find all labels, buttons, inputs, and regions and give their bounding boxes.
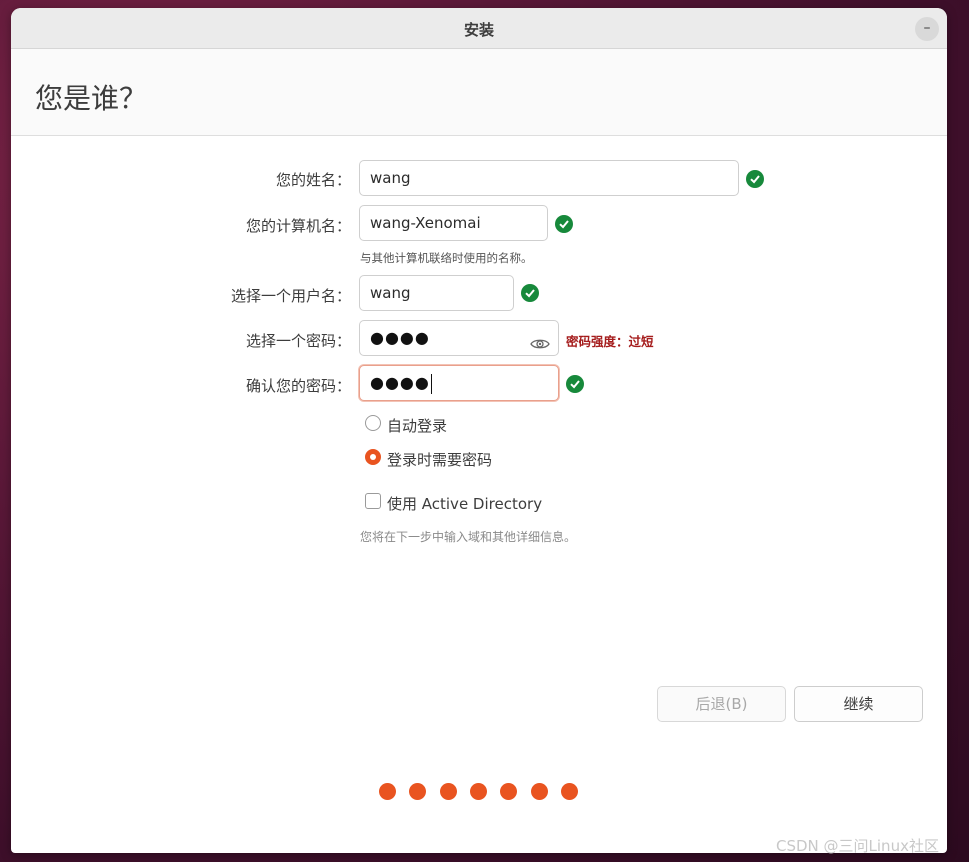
require-password-radio[interactable]: [365, 449, 381, 465]
auto-login-radio[interactable]: [365, 415, 381, 431]
username-label: 选择一个用户名：: [230, 287, 351, 305]
page-title: 您是谁？: [35, 82, 148, 115]
name-label: 您的姓名：: [275, 171, 351, 189]
password-label: 选择一个密码：: [245, 332, 351, 350]
progress-dot: [440, 783, 457, 800]
confirm-password-value: ●●●●: [370, 373, 430, 392]
installer-window: 安装 – 您是谁？ 您的姓名： wang 您的计算机名： wang-Xenoma…: [11, 8, 947, 853]
auto-login-label[interactable]: 自动登录: [387, 415, 447, 436]
progress-dot: [379, 783, 396, 800]
confirm-password-label: 确认您的密码：: [245, 377, 351, 395]
minimize-button[interactable]: –: [915, 17, 939, 41]
active-directory-label[interactable]: 使用 Active Directory: [387, 493, 542, 514]
computer-name-field[interactable]: wang-Xenomai: [359, 205, 548, 241]
progress-dot: [531, 783, 548, 800]
progress-dot: [561, 783, 578, 800]
show-password-eye-icon[interactable]: [530, 330, 550, 364]
page-header: 您是谁？: [11, 49, 947, 136]
computer-name-value: wang-Xenomai: [370, 214, 481, 232]
progress-dot: [409, 783, 426, 800]
password-field[interactable]: ●●●●: [359, 320, 559, 356]
confirm-password-field[interactable]: ●●●●: [359, 365, 559, 401]
back-button[interactable]: 后退(B): [657, 686, 786, 722]
computer-name-label: 您的计算机名：: [245, 217, 351, 235]
computer-name-valid-check-icon: [555, 215, 573, 233]
watermark-text: CSDN @三问Linux社区: [776, 837, 939, 855]
password-value: ●●●●: [370, 328, 430, 347]
username-valid-check-icon: [521, 284, 539, 302]
active-directory-checkbox[interactable]: [365, 493, 381, 509]
continue-button[interactable]: 继续: [794, 686, 923, 722]
progress-dot: [470, 783, 487, 800]
computer-name-hint: 与其他计算机联络时使用的名称。: [360, 251, 533, 265]
require-password-label[interactable]: 登录时需要密码: [387, 449, 492, 470]
text-caret: [430, 373, 432, 394]
name-valid-check-icon: [746, 170, 764, 188]
active-directory-hint: 您将在下一步中输入域和其他详细信息。: [360, 530, 577, 544]
password-strength-text: 密码强度：过短: [566, 334, 654, 349]
progress-dot: [500, 783, 517, 800]
title-bar: 安装 –: [11, 8, 947, 49]
name-field[interactable]: wang: [359, 160, 739, 196]
confirm-password-valid-check-icon: [566, 375, 584, 393]
username-field[interactable]: wang: [359, 275, 514, 311]
window-title: 安装: [463, 21, 494, 39]
name-value: wang: [370, 169, 411, 187]
username-value: wang: [370, 284, 411, 302]
